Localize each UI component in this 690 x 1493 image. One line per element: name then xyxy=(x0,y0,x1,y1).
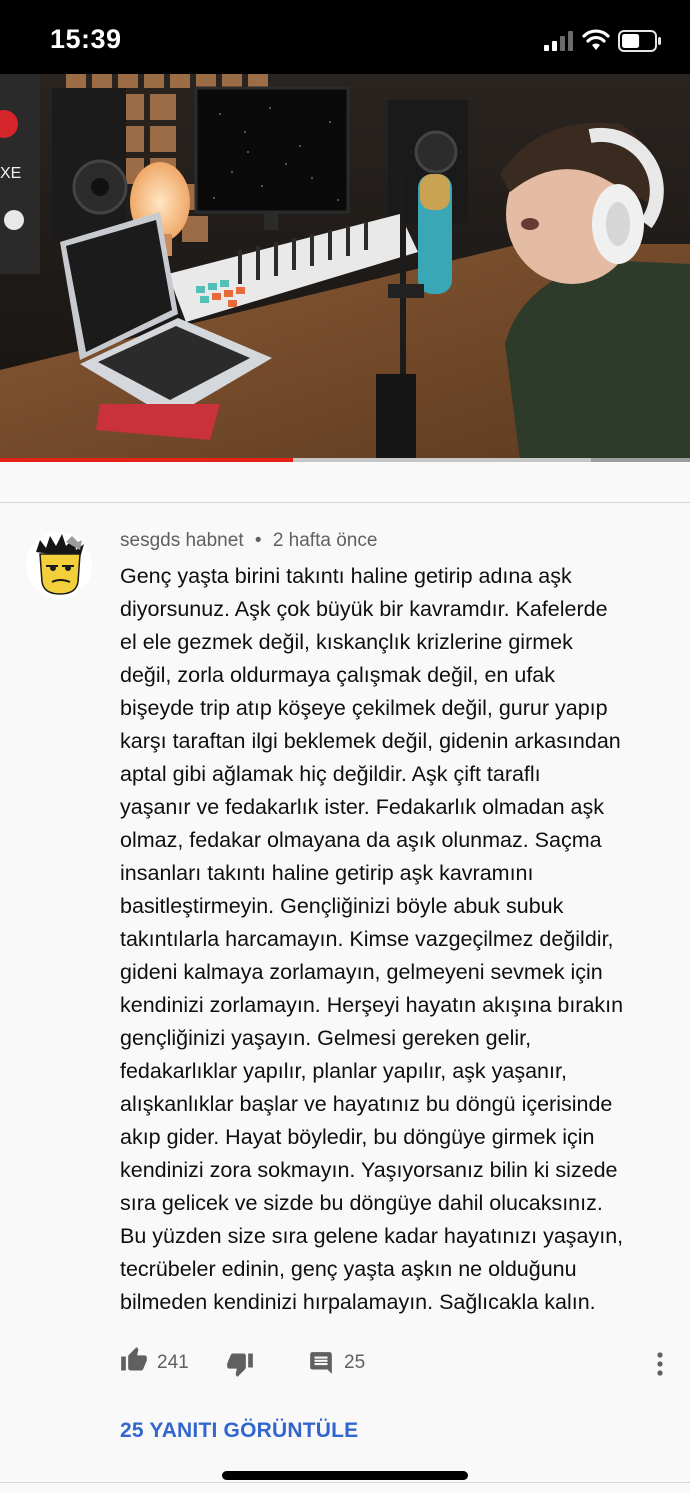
video-played-bar xyxy=(0,458,294,462)
comment-line: insanları takıntı haline getirip aşk kav… xyxy=(120,861,534,885)
video-progress-bar[interactable] xyxy=(0,458,690,462)
wifi-icon xyxy=(582,29,610,50)
comment-line: takıntılarla harcamayın. Kimse vazgeçilm… xyxy=(120,927,614,951)
comment-line: akıp gider. Hayat böyledir, bu döngüye g… xyxy=(120,1125,595,1149)
video-frame-illustration: XE xyxy=(0,74,690,460)
comment-line: bilmeden kendinizi hırpalamayın. Sağlıca… xyxy=(120,1290,596,1314)
comment-actions: 241 25 xyxy=(120,1346,670,1380)
comment-line: olmaz, fedakar olmayana da aşık olunmaz.… xyxy=(120,828,602,852)
divider xyxy=(0,502,690,503)
comment-line: değil, zorla oldurmaya çalışmak değil, e… xyxy=(120,663,555,687)
battery-icon xyxy=(618,30,661,52)
comment-line: Bu yüzden size sıra gelene kadar hayatın… xyxy=(120,1224,624,1248)
meta-separator: • xyxy=(254,530,262,551)
reply-comment-icon[interactable] xyxy=(308,1350,334,1376)
svg-text:XE: XE xyxy=(0,165,21,182)
comment-line: Genç yaşta birini takıntı haline getirip… xyxy=(120,564,572,588)
comment-time[interactable]: 2 hafta önce xyxy=(273,530,378,551)
comment-line: alışkanlıklar başlar ve hayatınız bu dön… xyxy=(120,1092,613,1116)
divider xyxy=(0,1482,690,1483)
status-time: 15:39 xyxy=(50,24,122,54)
thumbs-down-icon[interactable] xyxy=(226,1350,254,1378)
comment-line: bişeyde trip atıp köşeye çekilmek değil,… xyxy=(120,696,608,720)
status-bar: 15:39 xyxy=(0,0,690,74)
comment-line: kendinizi zorlamayın. Herşeyi hayatın ak… xyxy=(120,993,624,1017)
comment-line: basitleştirmeyin. Gençliğinizi böyle abu… xyxy=(120,894,564,918)
comment-line: kendinizi zora sokmayın. Yaşıyorsanız bi… xyxy=(120,1158,618,1182)
comment-line: gideni kalmaya zorlamayın, gelmeyeni sev… xyxy=(120,960,603,984)
comment-line: fedakarlıklar yapılır, planlar yapılır, … xyxy=(120,1059,567,1083)
comment-body: Genç yaşta birini takıntı haline getirip… xyxy=(120,560,668,1319)
video-player[interactable]: XE xyxy=(0,74,690,460)
reply-count: 25 xyxy=(344,1352,366,1373)
comment-line: diyorsunuz. Aşk çok büyük bir kavramdır.… xyxy=(120,597,608,621)
cellular-signal-icon xyxy=(544,31,573,51)
comment-author[interactable]: sesgds habnet xyxy=(120,530,244,551)
comment-line: aptal gibi ağlamak hiç değildir. Aşk çif… xyxy=(120,762,541,786)
home-indicator[interactable] xyxy=(222,1471,468,1480)
comment-line: yaşanır ve fedakarlık ister. Fedakarlık … xyxy=(120,795,604,819)
comment-line: tecrübeler edinin, genç yaşta aşkın ne o… xyxy=(120,1257,577,1281)
view-replies-button[interactable]: 25 YANITI GÖRÜNTÜLE xyxy=(120,1419,358,1443)
like-count: 241 xyxy=(157,1352,189,1373)
comment-meta: sesgds habnet • 2 hafta önce xyxy=(120,530,377,552)
comment-line: el ele gezmek değil, kıskançlık krizleri… xyxy=(120,630,573,654)
comment-line: karşı taraftan ilgi beklemek değil, gide… xyxy=(120,729,621,753)
comment-line: sıra gelicek ve sizde bu döngüye dahil o… xyxy=(120,1191,603,1215)
comment-line: gençliğinizi yaşayın. Gelmesi gereken ge… xyxy=(120,1026,532,1050)
thumbs-up-icon[interactable] xyxy=(120,1346,148,1374)
more-options-icon[interactable] xyxy=(652,1351,668,1377)
cartoon-avatar-icon[interactable] xyxy=(26,532,92,598)
